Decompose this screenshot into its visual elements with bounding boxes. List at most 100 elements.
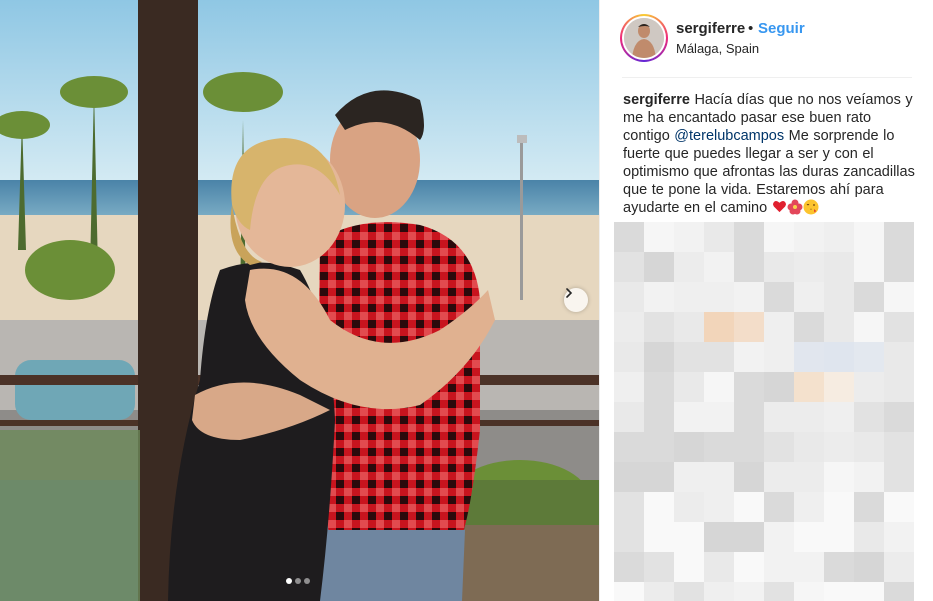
blur-pixel	[824, 282, 854, 312]
carousel-indicator	[286, 578, 310, 584]
blur-pixel	[614, 342, 644, 372]
blur-pixel	[734, 432, 764, 462]
blur-pixel	[734, 222, 764, 252]
blur-pixel	[674, 582, 704, 601]
avatar[interactable]	[620, 14, 668, 62]
blur-pixel	[734, 462, 764, 492]
blur-pixel	[764, 342, 794, 372]
location-link[interactable]: Málaga, Spain	[676, 41, 759, 56]
blur-pixel	[674, 492, 704, 522]
carousel-next-button[interactable]	[564, 288, 588, 312]
blur-pixel	[854, 402, 884, 432]
blur-pixel	[644, 552, 674, 582]
blur-pixel	[884, 312, 914, 342]
blur-pixel	[614, 522, 644, 552]
blur-pixel	[794, 582, 824, 601]
chevron-right-icon	[566, 288, 573, 298]
blur-pixel	[704, 462, 734, 492]
blur-pixel	[854, 462, 884, 492]
blur-pixel	[854, 432, 884, 462]
blur-pixel	[614, 432, 644, 462]
caption-mention[interactable]: @terelubcampos	[674, 128, 784, 144]
blur-pixel	[614, 222, 644, 252]
blur-pixel	[704, 582, 734, 601]
blur-pixel	[824, 432, 854, 462]
blur-pixel	[884, 282, 914, 312]
blur-pixel	[704, 402, 734, 432]
blur-pixel	[644, 252, 674, 282]
blur-pixel	[824, 312, 854, 342]
blur-pixel	[674, 342, 704, 372]
blur-pixel	[644, 372, 674, 402]
blur-pixel	[824, 552, 854, 582]
blur-pixel	[704, 282, 734, 312]
red-heart-icon	[772, 200, 786, 213]
blur-pixel	[734, 312, 764, 342]
blur-pixel	[674, 312, 704, 342]
blur-pixel	[794, 492, 824, 522]
post-caption: sergiferre Hacía días que no nos veíamos…	[623, 91, 915, 217]
blur-pixel	[644, 582, 674, 601]
blur-pixel	[614, 312, 644, 342]
blur-pixel	[764, 432, 794, 462]
blur-pixel	[794, 372, 824, 402]
blur-pixel	[884, 582, 914, 601]
blur-pixel	[704, 342, 734, 372]
blur-pixel	[884, 342, 914, 372]
blur-pixel	[884, 522, 914, 552]
blur-pixel	[854, 492, 884, 522]
blur-pixel	[734, 582, 764, 601]
blur-pixel	[614, 372, 644, 402]
blur-pixel	[704, 492, 734, 522]
blur-pixel	[884, 492, 914, 522]
blur-pixel	[794, 342, 824, 372]
blur-pixel	[674, 372, 704, 402]
blur-pixel	[704, 372, 734, 402]
follow-button[interactable]: Seguir	[758, 20, 805, 37]
blur-pixel	[614, 402, 644, 432]
blur-pixel	[674, 462, 704, 492]
blur-pixel	[824, 582, 854, 601]
blurred-comments	[614, 222, 933, 601]
caption-username[interactable]: sergiferre	[623, 92, 690, 108]
blur-pixel	[854, 312, 884, 342]
blur-pixel	[764, 492, 794, 522]
blur-pixel	[614, 552, 644, 582]
blur-pixel	[704, 552, 734, 582]
blur-pixel	[644, 432, 674, 462]
blur-pixel	[794, 552, 824, 582]
carousel-dot	[295, 578, 301, 584]
blur-pixel	[764, 222, 794, 252]
carousel-dot	[304, 578, 310, 584]
blur-pixel	[704, 252, 734, 282]
blur-pixel	[644, 342, 674, 372]
blur-pixel	[884, 462, 914, 492]
blur-pixel	[644, 282, 674, 312]
blur-pixel	[824, 462, 854, 492]
blur-pixel	[824, 252, 854, 282]
blur-pixel	[764, 312, 794, 342]
blur-pixel	[794, 282, 824, 312]
blur-pixel	[734, 342, 764, 372]
blur-pixel	[674, 222, 704, 252]
blur-pixel	[794, 522, 824, 552]
blur-pixel	[854, 252, 884, 282]
blur-pixel	[614, 462, 644, 492]
username-link[interactable]: sergiferre	[676, 20, 745, 37]
blur-pixel	[794, 222, 824, 252]
photo-scene	[0, 0, 599, 601]
post-photo[interactable]	[0, 0, 599, 601]
blur-pixel	[884, 372, 914, 402]
blur-pixel	[644, 222, 674, 252]
blur-pixel	[704, 522, 734, 552]
blur-pixel	[884, 552, 914, 582]
blur-pixel	[854, 222, 884, 252]
blur-pixel	[614, 252, 644, 282]
header-divider	[622, 77, 912, 78]
blur-pixel	[734, 552, 764, 582]
blur-pixel	[614, 582, 644, 601]
blur-pixel	[644, 312, 674, 342]
blur-pixel	[824, 372, 854, 402]
blur-pixel	[884, 222, 914, 252]
blur-pixel	[854, 342, 884, 372]
